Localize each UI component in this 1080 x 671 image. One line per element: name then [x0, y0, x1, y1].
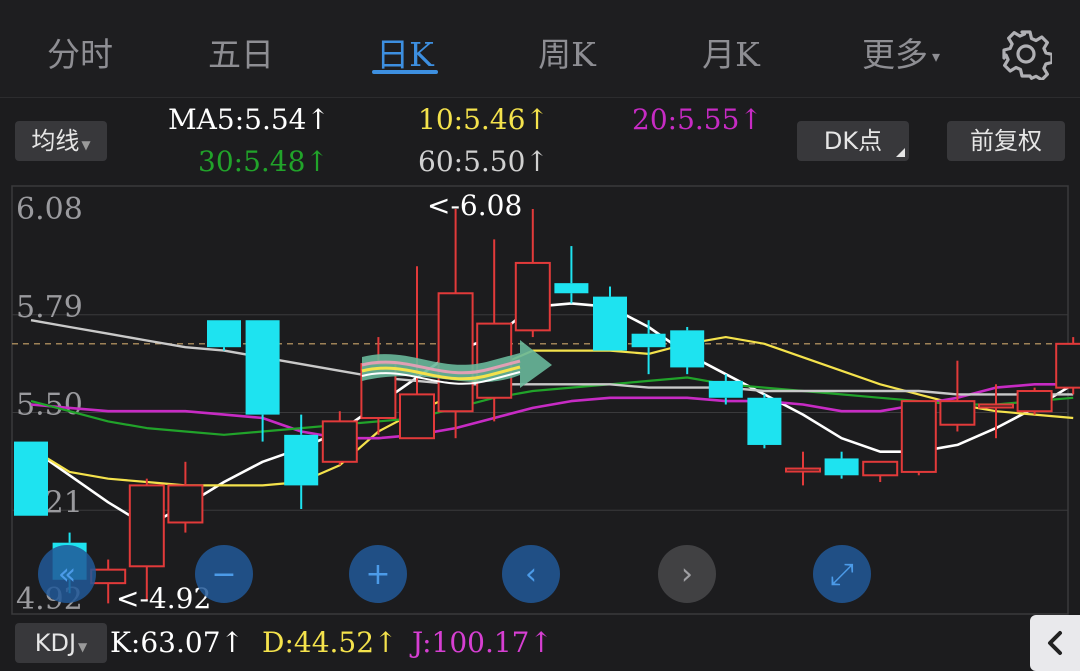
candle-body-down — [670, 330, 705, 368]
chevron-right-icon: › — [681, 557, 693, 592]
zoom-in-icon: + — [365, 557, 390, 592]
candle — [1055, 337, 1080, 395]
candle — [554, 246, 589, 304]
candle-body-down — [284, 434, 319, 486]
candle-body-down — [245, 320, 280, 415]
collapse-panel-button[interactable] — [1030, 615, 1080, 671]
candle — [670, 326, 705, 375]
candle — [437, 209, 474, 439]
ma20-value: 20:5.55↑ — [632, 103, 763, 136]
dropdown-arrow-icon: ▼ — [81, 138, 91, 152]
candle — [207, 320, 241, 351]
y-axis-tick-label: 6.08 — [16, 192, 83, 227]
tab-more[interactable]: 更多 ▾ — [826, 30, 976, 80]
candle — [939, 360, 976, 432]
dropdown-arrow-icon: ▼ — [78, 640, 88, 654]
candle — [862, 460, 899, 483]
candle — [321, 411, 358, 466]
candle-body-down — [824, 458, 859, 476]
candle-body-up — [399, 393, 435, 440]
candle — [514, 209, 551, 338]
double-chevron-left-button[interactable]: « — [38, 545, 96, 603]
candle — [900, 400, 937, 476]
candle-body-down — [207, 320, 241, 348]
moving-average-bar: 均线 ▼ MA5:5.54↑ 10:5.46↑ 20:5.55↑ 30:5.48↑… — [0, 99, 1080, 185]
period-tab-bar: 分时 五日 日K 周K 月K 更多 ▾ — [0, 0, 1080, 98]
ma-select-label: 均线 — [31, 127, 80, 155]
candle — [399, 266, 435, 440]
candle — [631, 320, 666, 375]
candle-body-up — [939, 400, 976, 426]
min-price-label: <-4.92 — [116, 582, 211, 615]
tab-monthly-k[interactable]: 月K — [656, 30, 806, 80]
candle — [14, 441, 48, 516]
ma-indicator-select[interactable]: 均线 ▼ — [15, 121, 107, 161]
ma60-value: 60:5.50↑ — [418, 145, 549, 178]
candle-body-down — [631, 333, 666, 348]
candle-body-up — [128, 484, 165, 568]
kdj-k-value: K:63.07↑ — [110, 626, 244, 659]
zoom-out-button[interactable]: − — [195, 545, 253, 603]
candle — [1016, 387, 1053, 415]
ma60-line — [30, 319, 1074, 396]
y-axis-tick-label: 5.79 — [16, 290, 83, 325]
dk-point-button[interactable]: DK点 — [797, 121, 909, 161]
candle-body-up — [862, 460, 899, 477]
candle-body-up — [321, 420, 358, 463]
candle-body-down — [593, 296, 627, 351]
zoom-out-icon: − — [211, 557, 236, 592]
ma30-value: 30:5.48↑ — [198, 145, 329, 178]
candle-body-up — [437, 292, 474, 413]
candle-body-up — [1016, 390, 1053, 413]
candle — [824, 451, 859, 479]
candle-body-down — [14, 441, 48, 516]
tab-weekly-k[interactable]: 周K — [492, 30, 642, 80]
candle-body-up — [514, 261, 551, 332]
tab-daily-k[interactable]: 日K — [330, 30, 480, 80]
kline-chart[interactable]: 6.08 5.79 5.50 5.21 4.92 <-6.08 <-4.92 «− + ‹ ›… — [0, 185, 1080, 615]
candle — [593, 286, 627, 351]
zoom-in-button[interactable]: + — [349, 545, 407, 603]
candle-body-down — [708, 380, 743, 398]
candle-body-up — [1055, 342, 1080, 389]
double-chevron-left-icon: « — [58, 557, 76, 592]
gear-icon[interactable] — [1000, 28, 1052, 80]
ma5-value: MA5:5.54↑ — [168, 103, 330, 136]
chevron-down-icon: ▾ — [931, 47, 941, 66]
chevron-left-button[interactable]: ‹ — [502, 545, 560, 603]
kline-chart-canvas: 6.085.795.505.214.92 <-6.08 <-4.92 «− + ‹ ›… — [11, 185, 1080, 615]
chevron-left-icon — [1048, 631, 1062, 655]
dk-point-label: DK点 — [823, 127, 883, 155]
kdj-j-value: J:100.17↑ — [412, 626, 553, 659]
candle — [476, 239, 513, 422]
chevron-left-icon: ‹ — [525, 557, 537, 592]
candle-body-down — [747, 397, 782, 445]
candle-body-up — [978, 403, 1014, 409]
max-price-label: <-6.08 — [427, 189, 522, 222]
forward-adjust-button[interactable]: 前复权 — [947, 121, 1065, 161]
sub-indicator-bar: KDJ ▼ K:63.07↑ D:44.52↑ J:100.17↑ — [0, 615, 1080, 671]
kdj-d-value: D:44.52↑ — [262, 626, 398, 659]
kdj-select-label: KDJ — [34, 629, 77, 657]
kdj-indicator-select[interactable]: KDJ ▼ — [15, 623, 107, 663]
candle-body-up — [785, 467, 821, 473]
corner-triangle-icon — [896, 148, 905, 157]
candle — [785, 451, 821, 486]
tab-more-label: 更多 — [861, 35, 928, 74]
expand-button[interactable]: ⤢ — [813, 545, 871, 603]
candle — [747, 394, 782, 449]
ma10-value: 10:5.46↑ — [418, 103, 549, 136]
chevron-right-button[interactable]: › — [658, 545, 716, 603]
expand-icon: ⤢ — [830, 557, 854, 592]
candle-body-down — [554, 283, 589, 294]
candle-body-up — [900, 400, 937, 473]
candle — [167, 461, 204, 533]
tab-five-day[interactable]: 五日 — [166, 30, 316, 80]
candle-body-up — [167, 484, 204, 524]
tab-intraday[interactable]: 分时 — [5, 30, 155, 80]
